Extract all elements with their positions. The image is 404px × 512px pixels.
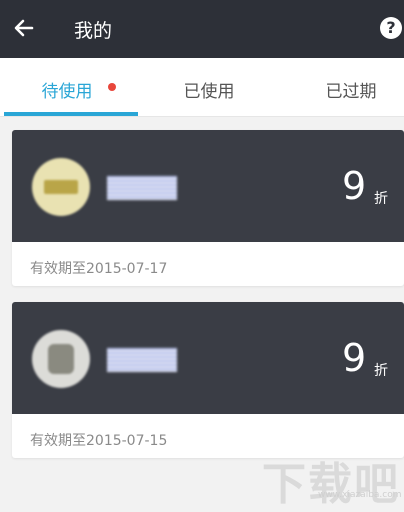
coupon-header: 9 折 [12, 130, 404, 242]
merchant-avatar [32, 330, 90, 388]
tab-unused[interactable]: 待使用 [0, 58, 138, 116]
merchant-name-redacted [107, 176, 177, 200]
active-tab-indicator [4, 112, 138, 116]
expiry-date: 有效期至2015-07-15 [30, 433, 168, 449]
top-bar: 我的 ? [0, 0, 404, 58]
notification-dot [108, 83, 116, 91]
watermark-url: www.xiazaiba.com [318, 490, 402, 500]
coupon-card[interactable]: 9 折 有效期至2015-07-17 [12, 130, 404, 286]
tab-expired-label: 已过期 [325, 82, 377, 102]
tab-used-label: 已使用 [183, 82, 235, 102]
tab-expired[interactable]: 已过期 [284, 58, 404, 116]
tab-used[interactable]: 已使用 [142, 58, 276, 116]
merchant-name-redacted [107, 348, 177, 372]
page-title: 我的 [74, 20, 113, 42]
coupon-card[interactable]: 9 折 有效期至2015-07-15 [12, 302, 404, 458]
merchant-avatar [32, 158, 90, 216]
back-arrow-icon[interactable] [10, 14, 38, 42]
tab-bar: 待使用 已使用 已过期 [0, 58, 404, 117]
help-icon[interactable]: ? [380, 17, 402, 39]
discount-unit: 折 [374, 363, 388, 379]
discount-amount: 9 [342, 336, 367, 380]
discount-unit: 折 [374, 191, 388, 207]
expiry-date: 有效期至2015-07-17 [30, 261, 168, 277]
coupon-header: 9 折 [12, 302, 404, 414]
watermark-logo: 下载吧 [262, 459, 400, 510]
discount-amount: 9 [342, 164, 367, 208]
